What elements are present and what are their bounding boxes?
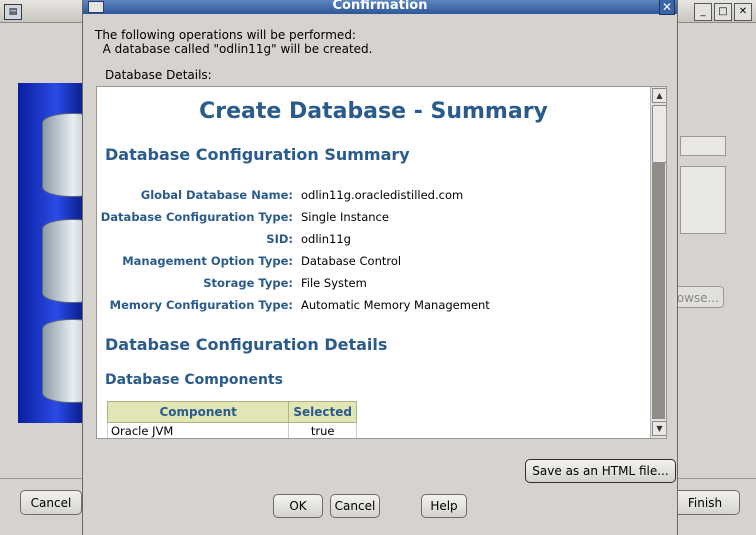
summary-value: odlin11g.oracledistilled.com [301,188,464,202]
scrollbar-track[interactable] [652,163,665,419]
summary-label: Management Option Type: [122,254,293,268]
wizard-cancel-button[interactable]: Cancel [20,490,82,515]
intro-line: The following operations will be perform… [95,28,356,42]
scrollbar-thumb[interactable] [652,105,666,163]
operations-description: The following operations will be perform… [95,28,372,56]
dialog-title-bar: Confirmation ✕ [83,0,677,15]
summary-label: SID: [266,232,293,246]
column-header: Selected [288,401,357,423]
config-summary-heading: Database Configuration Summary [105,145,410,164]
background-text-area[interactable] [680,166,726,234]
scroll-up-icon[interactable]: ▲ [652,88,666,103]
summary-value: Single Instance [301,210,389,224]
save-html-button[interactable]: Save as an HTML file... [525,459,676,483]
column-header: Component [106,401,290,423]
table-cell: true [288,422,357,438]
summary-label: Storage Type: [203,276,293,290]
background-text-field[interactable] [680,136,726,156]
summary-value: odlin11g [301,232,351,246]
database-details-label: Database Details: [105,68,212,82]
help-button[interactable]: Help [421,494,467,518]
table-cell: Oracle JVM [106,422,290,438]
summary-viewer: Create Database - Summary Database Confi… [96,86,667,439]
confirmation-dialog: Confirmation ✕ The following operations … [82,0,678,535]
minimize-icon[interactable]: _ [694,3,712,21]
close-icon[interactable]: ✕ [659,0,675,15]
cancel-button[interactable]: Cancel [330,494,380,518]
disk-icon [42,113,82,197]
dialog-title: Confirmation [332,0,428,13]
disk-icon [42,319,82,403]
components-table: Component Selected Oracle JVM true [106,401,357,438]
summary-value: Automatic Memory Management [301,298,490,312]
table-header-row: Component Selected [106,401,357,423]
config-details-heading: Database Configuration Details [105,335,388,354]
disk-icon [42,219,82,303]
window-close-icon[interactable]: ✕ [734,3,752,21]
summary-value: File System [301,276,367,290]
summary-value: Database Control [301,254,402,268]
maximize-icon[interactable]: □ [714,3,732,21]
summary-label: Global Database Name: [140,188,293,202]
summary-title: Create Database - Summary [199,99,548,124]
finish-button[interactable]: Finish [670,490,740,515]
summary-label: Database Configuration Type: [100,210,293,224]
ok-button[interactable]: OK [273,494,323,518]
components-heading: Database Components [105,372,283,388]
summary-label: Memory Configuration Type: [109,298,293,312]
database-window-icon: ▤ [4,4,22,20]
vertical-scrollbar[interactable]: ▲ ▼ [650,87,666,438]
table-row: Oracle JVM true [106,422,357,438]
database-illustration [18,83,82,423]
summary-content: Create Database - Summary Database Confi… [97,87,650,438]
scroll-down-icon[interactable]: ▼ [652,421,666,436]
intro-line: A database called "odlin11g" will be cre… [95,42,373,56]
